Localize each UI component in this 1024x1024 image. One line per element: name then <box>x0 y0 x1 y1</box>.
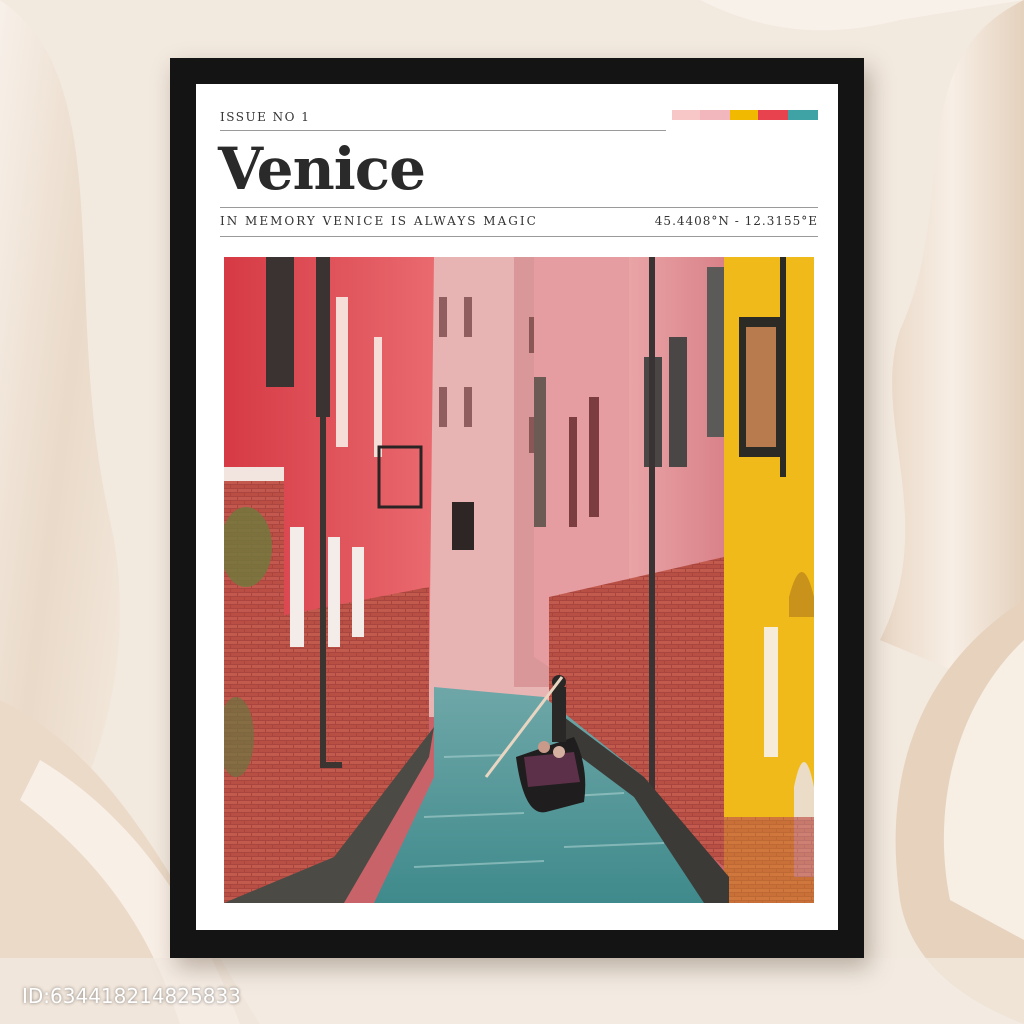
poster-coordinates: 45.4408°N - 12.3155°E <box>654 214 818 228</box>
watermark-id: ID:634418214825833 <box>22 984 241 1008</box>
header-rule <box>220 130 666 131</box>
title-rule <box>220 207 818 208</box>
swatch <box>672 110 700 120</box>
issue-number: ISSUE NO 1 <box>220 110 311 124</box>
swatch <box>788 110 818 120</box>
venice-canal-photo <box>224 257 814 903</box>
scene: ISSUE NO 1 Venice IN MEMORY VENICE IS AL… <box>0 0 1024 1024</box>
poster-title: Venice <box>218 135 426 203</box>
swatch <box>730 110 758 120</box>
color-swatches <box>672 110 818 120</box>
swatch <box>758 110 788 120</box>
poster-tagline: IN MEMORY VENICE IS ALWAYS MAGIC <box>220 214 538 228</box>
tagline-rule <box>220 236 818 237</box>
swatch <box>700 110 730 120</box>
